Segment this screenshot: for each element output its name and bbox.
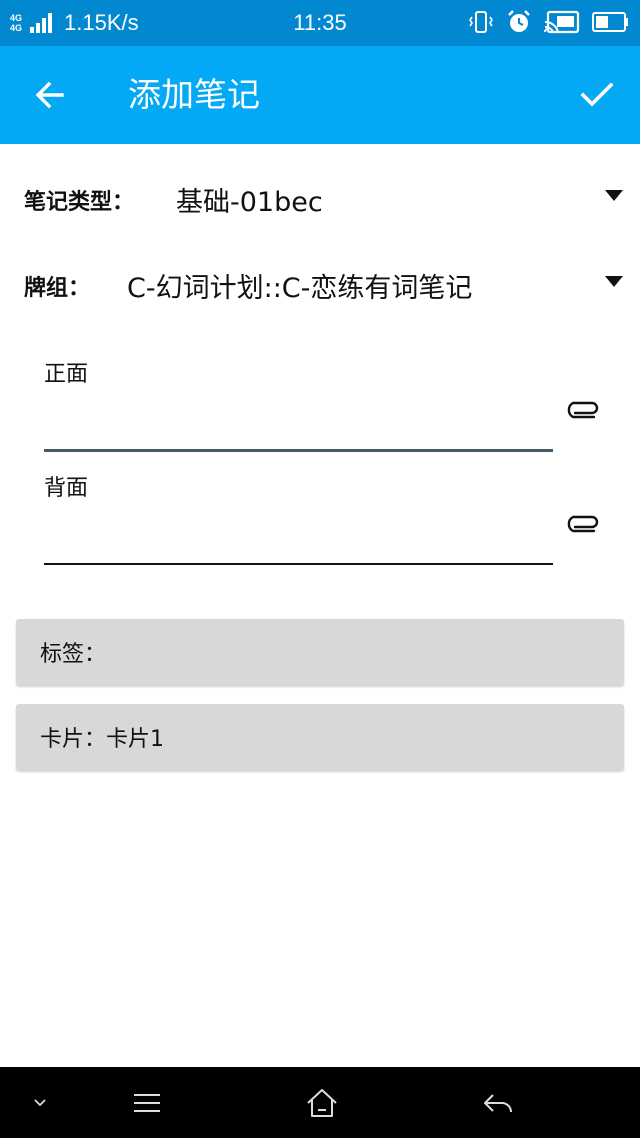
front-field-label: 正面 [44, 362, 89, 387]
back-field-input[interactable] [44, 516, 553, 558]
nav-collapse-button[interactable] [0, 1067, 80, 1138]
chevron-down-icon [34, 1098, 46, 1106]
home-icon [307, 1088, 337, 1117]
dropdown-arrow-icon [605, 190, 623, 201]
back-button[interactable] [22, 73, 78, 117]
nav-menu-button[interactable] [107, 1067, 187, 1138]
back-attach-button[interactable] [560, 502, 604, 542]
navigation-bar [0, 1067, 640, 1138]
note-type-label: 笔记类型： [24, 190, 135, 215]
paperclip-icon [567, 401, 599, 419]
vibrate-icon [469, 11, 493, 33]
nav-home-button[interactable] [282, 1067, 362, 1138]
cast-icon [544, 10, 580, 34]
status-left: 4G 4G 1.15K/s [10, 10, 139, 36]
deck-label: 牌组： [24, 276, 91, 301]
nav-back-button[interactable] [458, 1067, 538, 1138]
deck-value: C-幻词计划::C-恋练有词笔记 [127, 273, 473, 304]
page-title: 添加笔记 [128, 76, 260, 113]
net-speed: 1.15K/s [64, 10, 139, 35]
front-field-input[interactable] [44, 402, 553, 444]
status-right [456, 9, 630, 35]
back-field-underline [44, 563, 553, 565]
arrow-back-icon [35, 81, 64, 109]
front-field-underline [44, 449, 553, 452]
cards-button[interactable]: 卡片：卡片1 [16, 704, 624, 770]
paperclip-icon [567, 515, 599, 533]
back-icon [484, 1093, 512, 1112]
note-type-spinner[interactable]: 笔记类型： 基础-01bec [0, 166, 640, 226]
dropdown-arrow-icon [605, 276, 623, 287]
confirm-button[interactable] [572, 72, 622, 118]
back-field-label: 背面 [44, 476, 89, 501]
network-type-label-2: 4G [10, 23, 23, 33]
front-attach-button[interactable] [560, 388, 604, 428]
signal-bars-icon [30, 13, 54, 33]
alarm-icon [508, 10, 530, 32]
network-type-label: 4G [10, 13, 23, 23]
network-type: 4G 4G [10, 13, 28, 33]
check-icon [580, 82, 614, 107]
menu-icon [134, 1093, 160, 1112]
app-bar: 添加笔记 [0, 46, 640, 144]
status-bar: 4G 4G 1.15K/s 11:35 [0, 0, 640, 46]
deck-spinner[interactable]: 牌组： C-幻词计划::C-恋练有词笔记 [0, 252, 640, 312]
battery-icon [592, 12, 628, 32]
tags-button[interactable]: 标签： [16, 619, 624, 685]
note-type-value: 基础-01bec [176, 187, 323, 218]
